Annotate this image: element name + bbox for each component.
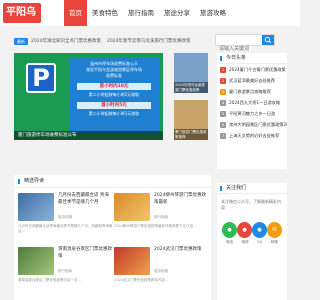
article-thumbnail bbox=[114, 247, 150, 275]
nav-item-home[interactable]: 首页 bbox=[64, 0, 87, 26]
rank-badge: 2 bbox=[220, 77, 226, 84]
rank-badge: 7 bbox=[220, 132, 226, 139]
parking-icon: P bbox=[26, 63, 56, 93]
parking-fee-board: 温州市停车场收费标准公示 湖北平阳乌龙溪旅游景区停车场 收费标准 首小时内10元… bbox=[69, 57, 159, 133]
panel-title-text: 今日头条 bbox=[226, 55, 247, 61]
mail-icon[interactable]: ✉ bbox=[267, 222, 282, 238]
article-title: 2024柳州琴游门票优惠政策最新 bbox=[154, 193, 206, 205]
banner-caption: 厦门旅游停车场收费标准公布 bbox=[14, 131, 163, 140]
article-thumbnail bbox=[18, 193, 54, 221]
rank-badge: 3 bbox=[220, 88, 226, 95]
headline-panel: 今日头条 1 2024厦门千古情门票优惠政策 2 武汉蓝湾最美好去处推荐 3 厦门旅游… bbox=[217, 53, 287, 169]
social-labels: 微信 微博 QQ 邮箱 bbox=[217, 240, 287, 245]
panel-title: 关注我们 bbox=[217, 183, 287, 194]
list-item[interactable]: 3 厦门旅游景点攻略推荐 bbox=[217, 86, 287, 97]
thumb-caption: 厦门旅游门票优惠政策推荐 bbox=[174, 129, 208, 140]
section-title-text: 精选导读 bbox=[24, 178, 45, 184]
rank-badge: 6 bbox=[220, 121, 226, 128]
site-header: 平阳乌 首页 美食特色 旅行指南 旅途分享 旅游攻略 bbox=[0, 0, 300, 26]
list-item[interactable]: 6常州大明园景区门票优惠政策2024年 bbox=[217, 119, 287, 130]
nav-item-food[interactable]: 美食特色 bbox=[87, 0, 123, 26]
headline-list: 1 2024厦门千古情门票优惠政策 2 武汉蓝湾最美好去处推荐 3 厦门旅游景点攻略推… bbox=[217, 64, 287, 141]
panel-title: 今日头条 bbox=[217, 53, 287, 64]
article-summary: 几月份去西藏最合适青海最佳季节是哪几个月，西藏和青海最佳... bbox=[18, 224, 113, 233]
rank-badge: 5 bbox=[220, 110, 226, 117]
rank-badge: 4 bbox=[220, 99, 226, 106]
panel-title-text: 关注我们 bbox=[226, 185, 247, 191]
list-item-text: 厦门旅游景点攻略推荐 bbox=[229, 89, 271, 94]
list-item-text: 常州大明园景区门票优惠政策2024年 bbox=[229, 122, 287, 127]
board-text: 第二小时起按每小时2元收取 bbox=[88, 92, 140, 97]
search-box bbox=[215, 34, 275, 54]
list-item[interactable]: 1 2024厦门千古情门票优惠政策 bbox=[217, 64, 287, 75]
article-category: 旅行指南 bbox=[58, 269, 72, 273]
rank-badge: 1 bbox=[220, 66, 226, 73]
article-thumbnail bbox=[114, 193, 150, 221]
list-item[interactable]: 4 2024西九大桥1一日游攻略 bbox=[217, 97, 287, 108]
article-summary: 2024柳州琴游门票优惠政策最新详情请看下文介绍... bbox=[114, 224, 197, 228]
social-label: QQ bbox=[256, 240, 263, 244]
board-text: 收费标准 bbox=[106, 73, 122, 78]
search-button[interactable] bbox=[262, 35, 274, 45]
wechat-icon[interactable]: ● bbox=[222, 222, 237, 238]
article-card[interactable]: 2024武汉门票优惠政策 旅游攻略 2024武汉门票优惠政策具体内容... bbox=[114, 247, 209, 297]
social-label: 微信 bbox=[226, 240, 234, 244]
ticker-link[interactable]: 2024年春节云南乌龙溪旅行门票优惠政策 bbox=[107, 38, 190, 44]
article-card[interactable]: 渭南温泉谷景区门票优惠政策 旅行指南 渭南温泉谷景区门票优惠政策内容一览... bbox=[18, 247, 113, 297]
article-thumbnail bbox=[18, 247, 54, 275]
article-category: 旅行指南 bbox=[154, 215, 168, 219]
thumb-card[interactable]: 厦门旅游门票优惠政策推荐 bbox=[174, 100, 208, 140]
article-summary: 渭南温泉谷景区门票优惠政策内容一览... bbox=[18, 278, 81, 282]
list-item-text: 上海天文馆附近好去处推荐 bbox=[229, 133, 280, 138]
follow-panel: 关注我们 关注微信公众号，了解最新精彩内容 ● ● ● ✉ 微信 微博 QQ 邮… bbox=[217, 183, 287, 300]
article-card[interactable]: 2024柳州琴游门票优惠政策最新 旅行指南 2024柳州琴游门票优惠政策最新详情… bbox=[114, 193, 209, 243]
thumb-caption: 2024平阳乌龙溪旅游门票优惠政策 bbox=[174, 82, 208, 93]
qq-icon[interactable]: ● bbox=[252, 222, 267, 238]
logo-text: 平阳乌 bbox=[6, 7, 36, 18]
article-category: 旅游攻略 bbox=[58, 215, 72, 219]
follow-description: 关注微信公众号，了解最新精彩内容 bbox=[221, 199, 281, 210]
list-item-text: 平阳黄河魅力之乡一日游 bbox=[229, 111, 276, 116]
latest-tag: 最新 bbox=[14, 37, 28, 45]
price-tag: 首小时内10元 bbox=[77, 83, 151, 90]
social-label: 微博 bbox=[241, 240, 249, 244]
featured-section: 精选导读 几月份去西藏最合适 青海最佳季节是哪几个月 旅游攻略 几月份去西藏最合… bbox=[14, 175, 211, 300]
list-item-text: 2024西九大桥1一日游攻略 bbox=[229, 100, 281, 105]
site-logo[interactable]: 平阳乌 bbox=[3, 3, 41, 23]
list-item[interactable]: 5 平阳黄河魅力之乡一日游 bbox=[217, 108, 287, 119]
search-icon bbox=[264, 36, 272, 44]
list-item[interactable]: 2 武汉蓝湾最美好去处推荐 bbox=[217, 75, 287, 86]
social-label: 邮箱 bbox=[270, 240, 278, 244]
nav-item-share[interactable]: 旅途分享 bbox=[159, 0, 195, 26]
article-title: 几月份去西藏最合适 青海最佳季节是哪几个月 bbox=[58, 193, 109, 205]
title-bar bbox=[18, 179, 20, 184]
title-bar bbox=[220, 186, 222, 191]
article-title: 2024武汉门票优惠政策 bbox=[154, 247, 202, 252]
article-card[interactable]: 几月份去西藏最合适 青海最佳季节是哪几个月 旅游攻略 几月份去西藏最合适青海最佳… bbox=[18, 193, 113, 243]
section-title: 精选导读 bbox=[14, 175, 211, 188]
news-ticker: 最新 2024年湖北知识全点门票优惠政策 2024年春节云南乌龙溪旅行门票优惠政… bbox=[14, 36, 214, 46]
list-item[interactable]: 7 上海天文馆附近好去处推荐 bbox=[217, 130, 287, 141]
article-category: 旅游攻略 bbox=[154, 269, 168, 273]
article-title: 渭南温泉谷景区门票优惠政策 bbox=[58, 247, 112, 259]
weibo-icon[interactable]: ● bbox=[237, 222, 252, 238]
list-item-text: 武汉蓝湾最美好去处推荐 bbox=[229, 78, 276, 83]
main-nav: 首页 美食特色 旅行指南 旅途分享 旅游攻略 bbox=[64, 0, 231, 26]
thumb-card[interactable]: 2024平阳乌龙溪旅游门票优惠政策 bbox=[174, 53, 208, 93]
board-text: 第二小时起按每小时1元收取 bbox=[88, 111, 140, 116]
list-item-text: 2024厦门千古情门票优惠政策 bbox=[229, 67, 286, 72]
price-tag: 首小时内5元 bbox=[77, 102, 151, 109]
nav-item-strategy[interactable]: 旅游攻略 bbox=[195, 0, 231, 26]
hero-banner[interactable]: P 温州市停车场收费标准公示 湖北平阳乌龙溪旅游景区停车场 收费标准 首小时内1… bbox=[14, 53, 163, 140]
social-links: ● ● ● ✉ bbox=[217, 222, 287, 238]
nav-item-guide[interactable]: 旅行指南 bbox=[123, 0, 159, 26]
title-bar bbox=[220, 56, 222, 61]
article-summary: 2024武汉门票优惠政策具体内容... bbox=[114, 278, 169, 282]
ticker-link[interactable]: 2024年湖北知识全点门票优惠政策 bbox=[31, 38, 101, 44]
page: 平阳乌 首页 美食特色 旅行指南 旅途分享 旅游攻略 最新 2024年湖北知识全… bbox=[0, 0, 300, 300]
